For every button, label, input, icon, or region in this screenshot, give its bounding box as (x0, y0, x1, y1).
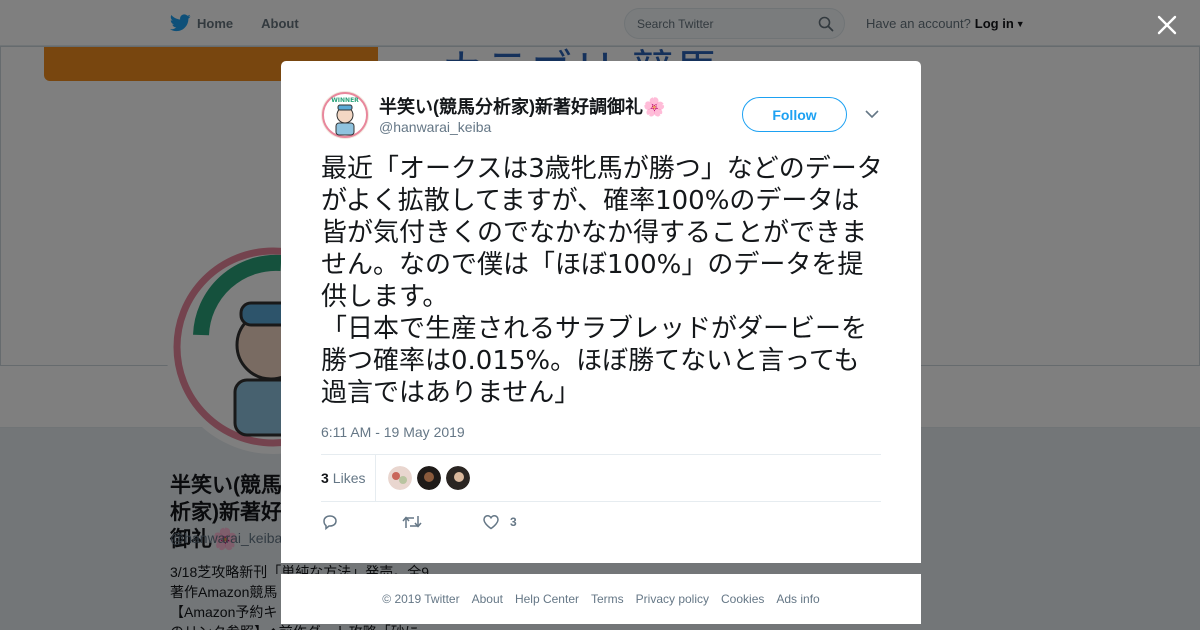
likes-count: 3 (321, 470, 329, 486)
liker-avatar[interactable] (388, 466, 412, 490)
liker-avatar[interactable] (446, 466, 470, 490)
footer-link-cookies[interactable]: Cookies (721, 592, 764, 606)
like-count: 3 (510, 515, 517, 529)
liker-avatar-image (417, 466, 441, 490)
heart-icon (483, 515, 499, 530)
tweet-author-avatar[interactable]: WINNER (321, 91, 369, 139)
tweet-text: 最近「オークスは3歳牝馬が勝つ」などのデータがよく拡散してますが、確率100%の… (321, 154, 883, 408)
chevron-down-icon[interactable] (865, 109, 879, 119)
tweet-actions: 3 (321, 513, 881, 537)
winner-mascot-avatar-image: WINNER (322, 92, 368, 138)
close-icon[interactable] (1154, 12, 1180, 38)
footer-copyright: © 2019 Twitter (382, 592, 460, 606)
liker-avatar[interactable] (417, 466, 441, 490)
footer-link-help-center[interactable]: Help Center (515, 592, 579, 606)
footer-link-terms[interactable]: Terms (591, 592, 624, 606)
footer-link-about[interactable]: About (472, 592, 503, 606)
reply-icon (323, 515, 337, 531)
retweet-icon (402, 516, 422, 528)
avatar-winner-text: WINNER (331, 97, 359, 104)
tweet-author-handle[interactable]: @hanwarai_keiba (379, 119, 491, 135)
reply-button[interactable] (321, 513, 339, 531)
footer-link-ads-info[interactable]: Ads info (776, 592, 819, 606)
footer-link-privacy-policy[interactable]: Privacy policy (636, 592, 709, 606)
likes-stat[interactable]: 3 Likes (321, 455, 376, 501)
follow-button[interactable]: Follow (742, 97, 847, 132)
tweet-timestamp[interactable]: 6:11 AM - 19 May 2019 (321, 424, 465, 440)
retweet-button[interactable] (401, 513, 423, 531)
tweet-stats: 3 Likes (321, 454, 881, 502)
tweet-modal: WINNER 半笑い(競馬分析家)新著好調御礼🌸 @hanwarai_keiba… (281, 61, 921, 563)
footer: © 2019 Twitter About Help Center Terms P… (281, 574, 921, 624)
liker-avatar-image (446, 466, 470, 490)
likes-label: Likes (332, 470, 366, 486)
tweet-author-name[interactable]: 半笑い(競馬分析家)新著好調御礼🌸 (379, 93, 665, 119)
like-button[interactable]: 3 (482, 513, 517, 531)
liker-avatar-image (388, 466, 412, 490)
